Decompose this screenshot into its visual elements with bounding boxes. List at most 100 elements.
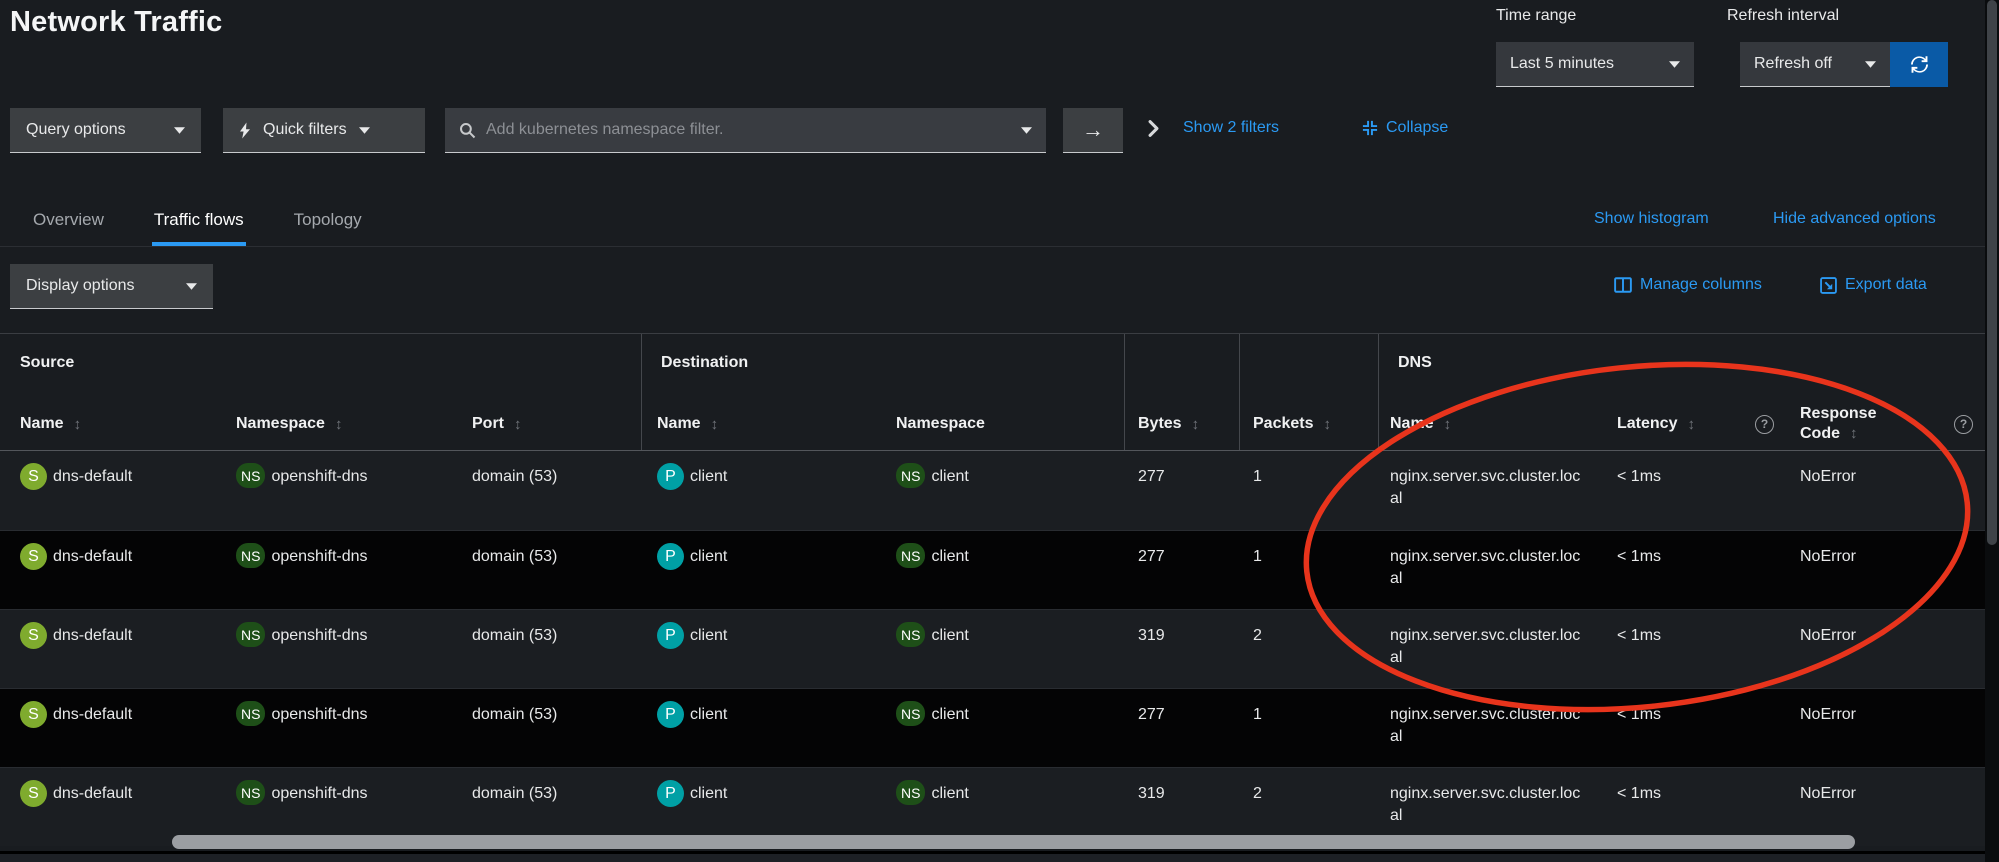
src-port-value: domain (53) — [472, 704, 557, 726]
manage-columns-link[interactable]: Manage columns — [1614, 276, 1762, 294]
namespace-filter-input[interactable] — [486, 121, 1011, 139]
vertical-scrollbar-thumb[interactable] — [1987, 0, 1997, 545]
table-row[interactable]: S dns-default NS openshift-dns domain (5… — [0, 688, 1985, 767]
page-title: Network Traffic — [10, 6, 223, 39]
column-dns-name[interactable]: Name ↕ — [1378, 415, 1603, 433]
table-row[interactable]: S dns-default NS openshift-dns domain (5… — [0, 609, 1985, 688]
quick-filters-button[interactable]: Quick filters — [223, 108, 425, 153]
pod-badge: P — [657, 780, 684, 807]
namespace-badge: NS — [236, 701, 265, 726]
column-label: Bytes — [1138, 415, 1182, 433]
sort-icon[interactable]: ↕ — [74, 416, 82, 433]
show-filters-link[interactable]: Show 2 filters — [1183, 119, 1279, 137]
refresh-interval-select[interactable]: Refresh off — [1740, 42, 1890, 87]
column-dst-namespace[interactable]: Namespace — [880, 415, 1124, 433]
cell-dns-name: nginx.server.svc.cluster.local — [1378, 451, 1603, 530]
cell-dns-name: nginx.server.svc.cluster.local — [1378, 689, 1603, 767]
src-namespace-value: openshift-dns — [271, 466, 367, 488]
sort-icon[interactable]: ↕ — [514, 416, 522, 433]
refresh-interval-label: Refresh interval — [1727, 7, 1839, 25]
namespace-badge: NS — [896, 463, 925, 488]
namespace-badge: NS — [896, 780, 925, 805]
sort-icon[interactable]: ↕ — [1687, 416, 1695, 433]
manage-columns-label: Manage columns — [1640, 276, 1762, 294]
column-dst-name[interactable]: Name ↕ — [641, 415, 880, 433]
namespace-filter-searchbox — [445, 108, 1046, 153]
src-namespace-value: openshift-dns — [271, 783, 367, 805]
column-label: Latency — [1617, 415, 1677, 433]
chevron-down-icon — [186, 283, 197, 290]
cell-packets: 2 — [1239, 610, 1378, 688]
refresh-button[interactable] — [1890, 42, 1948, 87]
table-row[interactable]: S dns-default NS openshift-dns domain (5… — [0, 530, 1985, 609]
arrow-right-icon: → — [1082, 117, 1104, 143]
sort-icon[interactable]: ↕ — [1444, 416, 1452, 433]
src-name-value: dns-default — [53, 466, 132, 488]
expand-filters-chevron[interactable] — [1148, 120, 1159, 137]
table-row[interactable]: S dns-default NS openshift-dns domain (5… — [0, 451, 1985, 530]
column-packets[interactable]: Packets ↕ — [1239, 415, 1378, 433]
cell-src-port: domain (53) — [460, 531, 641, 609]
response-code-value: NoError — [1800, 625, 1856, 647]
apply-filter-button[interactable]: → — [1063, 108, 1123, 153]
tab-traffic-flows[interactable]: Traffic flows — [152, 196, 246, 246]
time-range-label: Time range — [1496, 7, 1576, 25]
cell-src-name: S dns-default — [0, 610, 220, 688]
column-src-port[interactable]: Port ↕ — [460, 415, 641, 433]
chevron-down-icon[interactable] — [1021, 127, 1032, 134]
group-bytes-spacer — [1124, 354, 1239, 398]
dst-name-value: client — [690, 625, 727, 647]
sort-icon[interactable]: ↕ — [1850, 424, 1858, 444]
src-port-value: domain (53) — [472, 466, 557, 488]
chevron-down-icon — [359, 127, 370, 134]
horizontal-scrollbar-thumb[interactable] — [172, 835, 1855, 849]
bytes-value: 319 — [1138, 625, 1165, 647]
cell-bytes: 277 — [1124, 689, 1239, 767]
cell-dst-namespace: NS client — [880, 610, 1124, 688]
packets-value: 1 — [1253, 704, 1262, 726]
column-dns-response-code[interactable]: Response Code ↕ ? — [1788, 404, 1985, 444]
column-src-name[interactable]: Name ↕ — [0, 415, 220, 433]
refresh-interval-value: Refresh off — [1754, 55, 1832, 73]
export-data-link[interactable]: Export data — [1820, 276, 1927, 294]
time-range-value: Last 5 minutes — [1510, 55, 1614, 73]
header-divider — [1239, 334, 1240, 450]
sort-icon[interactable]: ↕ — [335, 416, 343, 433]
cell-src-namespace: NS openshift-dns — [220, 689, 460, 767]
tab-topology[interactable]: Topology — [292, 196, 364, 246]
column-dns-latency[interactable]: Latency ↕ ? — [1603, 415, 1788, 434]
help-icon[interactable]: ? — [1954, 415, 1973, 434]
query-options-button[interactable]: Query options — [10, 108, 201, 153]
show-histogram-link[interactable]: Show histogram — [1594, 210, 1709, 228]
show-histogram-label: Show histogram — [1594, 210, 1709, 228]
column-src-namespace[interactable]: Namespace ↕ — [220, 415, 460, 433]
latency-value: < 1ms — [1617, 466, 1661, 488]
packets-value: 2 — [1253, 625, 1262, 647]
help-icon[interactable]: ? — [1755, 415, 1774, 434]
tab-overview[interactable]: Overview — [31, 196, 106, 246]
sort-icon[interactable]: ↕ — [1324, 416, 1332, 433]
hide-advanced-options-link[interactable]: Hide advanced options — [1773, 210, 1936, 228]
cell-bytes: 277 — [1124, 531, 1239, 609]
time-range-select[interactable]: Last 5 minutes — [1496, 42, 1694, 87]
chevron-down-icon — [1865, 61, 1876, 68]
dst-namespace-value: client — [931, 625, 968, 647]
horizontal-scrollbar[interactable] — [0, 834, 1985, 851]
cell-dns-name: nginx.server.svc.cluster.local — [1378, 531, 1603, 609]
vertical-scrollbar[interactable] — [1985, 0, 1999, 862]
table-header: Source Destination DNS Name ↕ Namespace … — [0, 333, 1985, 451]
display-options-button[interactable]: Display options — [10, 264, 213, 309]
service-badge: S — [20, 543, 47, 570]
column-label: Name — [1390, 415, 1434, 433]
collapse-link[interactable]: Collapse — [1362, 119, 1448, 137]
sort-icon[interactable]: ↕ — [711, 416, 719, 433]
pod-badge: P — [657, 463, 684, 490]
chevron-right-icon — [1148, 120, 1159, 137]
namespace-badge: NS — [236, 463, 265, 488]
latency-value: < 1ms — [1617, 783, 1661, 805]
traffic-flows-table: Source Destination DNS Name ↕ Namespace … — [0, 333, 1985, 846]
sort-icon[interactable]: ↕ — [1192, 416, 1200, 433]
quick-filters-label: Quick filters — [263, 121, 347, 139]
column-bytes[interactable]: Bytes ↕ — [1124, 415, 1239, 433]
hide-advanced-options-label: Hide advanced options — [1773, 210, 1936, 228]
